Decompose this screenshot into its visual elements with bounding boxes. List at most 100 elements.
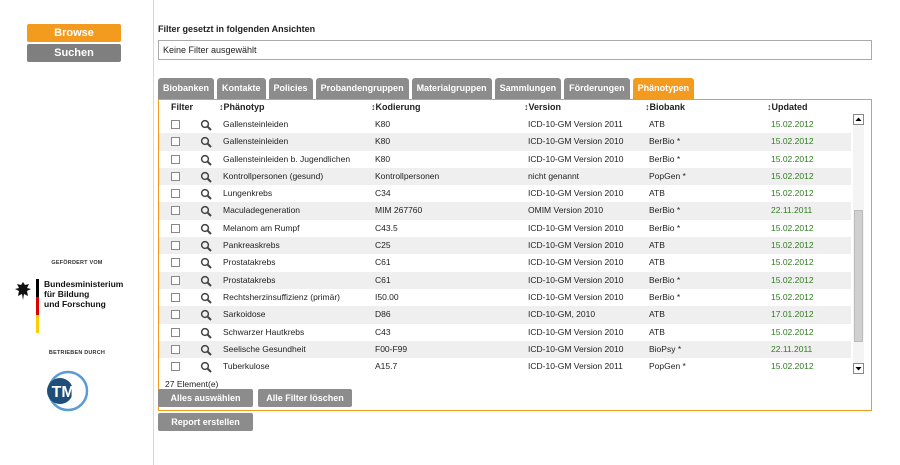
table-scrollbar[interactable] xyxy=(853,114,864,374)
scroll-down-button[interactable] xyxy=(853,363,864,374)
column-header-kodierung[interactable]: ↕Kodierung xyxy=(371,102,421,112)
magnifier-icon[interactable] xyxy=(200,136,212,149)
version-cell: ICD-10-GM Version 2010 xyxy=(528,257,624,268)
arrow-up-icon xyxy=(855,117,862,121)
tab-policies[interactable]: Policies xyxy=(268,78,313,99)
tab-biobanken[interactable]: Biobanken xyxy=(158,78,215,99)
magnifier-icon[interactable] xyxy=(200,119,212,131)
kodierung-cell: C61 xyxy=(375,257,391,268)
filter-checkbox[interactable] xyxy=(171,241,180,251)
tab-kontakte[interactable]: Kontakte xyxy=(217,78,266,99)
active-filters-box: Keine Filter ausgewählt xyxy=(158,40,872,60)
magnifier-icon[interactable] xyxy=(200,171,212,183)
kodierung-cell: MIM 267760 xyxy=(375,205,423,216)
magnifier-icon[interactable] xyxy=(200,344,212,356)
tab-materialgruppen[interactable]: Materialgruppen xyxy=(411,78,492,99)
magnifier-icon[interactable] xyxy=(200,275,212,287)
filter-checkbox[interactable] xyxy=(171,137,180,147)
magnifier-icon[interactable] xyxy=(200,327,212,339)
tab-bar: Biobanken Kontakte Policies Probandengru… xyxy=(158,78,697,99)
table-row: Sarkoidose D86 ICD-10-GM, 2010 ATB 17.01.201… xyxy=(159,306,851,324)
table-header: Filter ↕Phänotyp ↕Kodierung ↕Version ↕Bi… xyxy=(159,102,851,116)
table-row: Schwarzer Hautkrebs C43 ICD-10-GM Version … xyxy=(159,324,851,341)
filter-checkbox[interactable] xyxy=(171,154,180,164)
column-header-phaenotyp-label: Phänotyp xyxy=(223,102,265,112)
browse-button[interactable]: Browse xyxy=(27,24,121,42)
phaenotyp-cell: Pankreaskrebs xyxy=(223,240,280,251)
updated-cell: 15.02.2012 xyxy=(771,170,814,181)
column-header-updated[interactable]: ↕Updated xyxy=(767,102,808,112)
select-all-button[interactable]: Alles auswählen xyxy=(158,389,253,407)
updated-cell: 15.02.2012 xyxy=(771,119,814,129)
magnifier-icon[interactable] xyxy=(200,240,212,252)
phaenotyp-cell: Seelische Gesundheit xyxy=(223,343,306,354)
scroll-up-button[interactable] xyxy=(853,114,864,125)
bmbf-line-1: Bundesministerium xyxy=(44,279,124,289)
phaenotyp-cell: Prostatakrebs xyxy=(223,274,276,285)
filter-checkbox[interactable] xyxy=(171,258,180,268)
filter-checkbox[interactable] xyxy=(171,292,180,302)
version-cell: ICD-10-GM, 2010 xyxy=(528,309,596,320)
updated-cell: 15.02.2012 xyxy=(771,240,814,251)
magnifier-icon[interactable] xyxy=(200,154,212,166)
filter-checkbox[interactable] xyxy=(171,223,180,233)
phaenotyp-cell: Melanom am Rumpf xyxy=(223,222,300,233)
tab-phaenotypen[interactable]: Phänotypen xyxy=(632,78,695,99)
table-row: Kontrollpersonen (gesund) Kontrollpersone… xyxy=(159,167,851,186)
phaenotyp-cell: Prostatakrebs xyxy=(223,257,276,268)
filter-checkbox[interactable] xyxy=(171,120,180,129)
magnifier-icon[interactable] xyxy=(200,223,212,235)
biobank-cell: BerBio * xyxy=(649,222,681,233)
column-header-version-label: Version xyxy=(528,102,562,112)
tmf-logo-text: TMF xyxy=(52,384,85,401)
element-count: 27 Element(e) xyxy=(165,379,219,389)
biobank-cell: ATB xyxy=(649,119,665,129)
magnifier-icon[interactable] xyxy=(200,309,212,321)
column-header-version[interactable]: ↕Version xyxy=(524,102,561,112)
phaenotyp-cell: Gallensteinleiden xyxy=(223,136,289,147)
phaenotyp-cell: Tuberkulose xyxy=(223,361,270,372)
tmf-logo: TMF xyxy=(47,370,89,412)
tab-probandengruppen[interactable]: Probandengruppen xyxy=(315,78,409,99)
filter-checkbox[interactable] xyxy=(171,344,180,354)
version-cell: ICD-10-GM Version 2011 xyxy=(528,119,623,129)
scrollbar-thumb[interactable] xyxy=(854,210,863,342)
kodierung-cell: K80 xyxy=(375,153,391,164)
column-header-kodierung-label: Kodierung xyxy=(375,102,421,112)
column-header-phaenotyp[interactable]: ↕Phänotyp xyxy=(219,102,265,112)
version-cell: ICD-10-GM Version 2010 xyxy=(528,343,624,354)
filter-checkbox[interactable] xyxy=(171,310,180,320)
tab-foerderungen[interactable]: Förderungen xyxy=(564,78,630,99)
bmbf-line-3: und Forschung xyxy=(44,299,106,309)
magnifier-icon[interactable] xyxy=(200,292,212,304)
magnifier-icon[interactable] xyxy=(200,188,212,200)
tab-sammlungen[interactable]: Sammlungen xyxy=(494,78,562,99)
filter-checkbox[interactable] xyxy=(171,206,180,216)
phaenotyp-cell: Kontrollpersonen (gesund) xyxy=(223,170,324,181)
column-header-biobank[interactable]: ↕Biobank xyxy=(645,102,685,112)
magnifier-icon[interactable] xyxy=(200,361,212,373)
filter-checkbox[interactable] xyxy=(171,362,180,372)
table-body: Gallensteinleiden K80 ICD-10-GM Version 20… xyxy=(159,116,851,376)
create-report-button[interactable]: Report erstellen xyxy=(158,413,253,431)
clear-filters-button[interactable]: Alle Filter löschen xyxy=(258,389,352,407)
biobank-cell: ATB xyxy=(649,326,665,337)
magnifier-icon[interactable] xyxy=(200,257,212,270)
filter-checkbox[interactable] xyxy=(171,327,180,337)
version-cell: ICD-10-GM Version 2010 xyxy=(528,222,624,233)
bmbf-text: Bundesministerium für Bildung und Forsch… xyxy=(44,279,123,309)
filter-checkbox[interactable] xyxy=(171,171,180,181)
magnifier-icon[interactable] xyxy=(200,205,212,218)
biobank-cell: ATB xyxy=(649,309,665,320)
version-cell: ICD-10-GM Version 2010 xyxy=(528,153,624,164)
biobank-cell: PopGen * xyxy=(649,361,686,372)
filter-checkbox[interactable] xyxy=(171,189,180,199)
biobank-cell: BerBio * xyxy=(649,153,681,164)
table-row: Prostatakrebs C61 ICD-10-GM Version 2010 AT… xyxy=(159,254,851,271)
biobank-cell: BerBio * xyxy=(649,205,681,216)
filter-checkbox[interactable] xyxy=(171,275,180,285)
kodierung-cell: C43.5 xyxy=(375,222,398,233)
table-row: Lungenkrebs C34 ICD-10-GM Version 2010 ATB 1… xyxy=(159,185,851,202)
kodierung-cell: A15.7 xyxy=(375,361,398,372)
search-button[interactable]: Suchen xyxy=(27,44,121,62)
